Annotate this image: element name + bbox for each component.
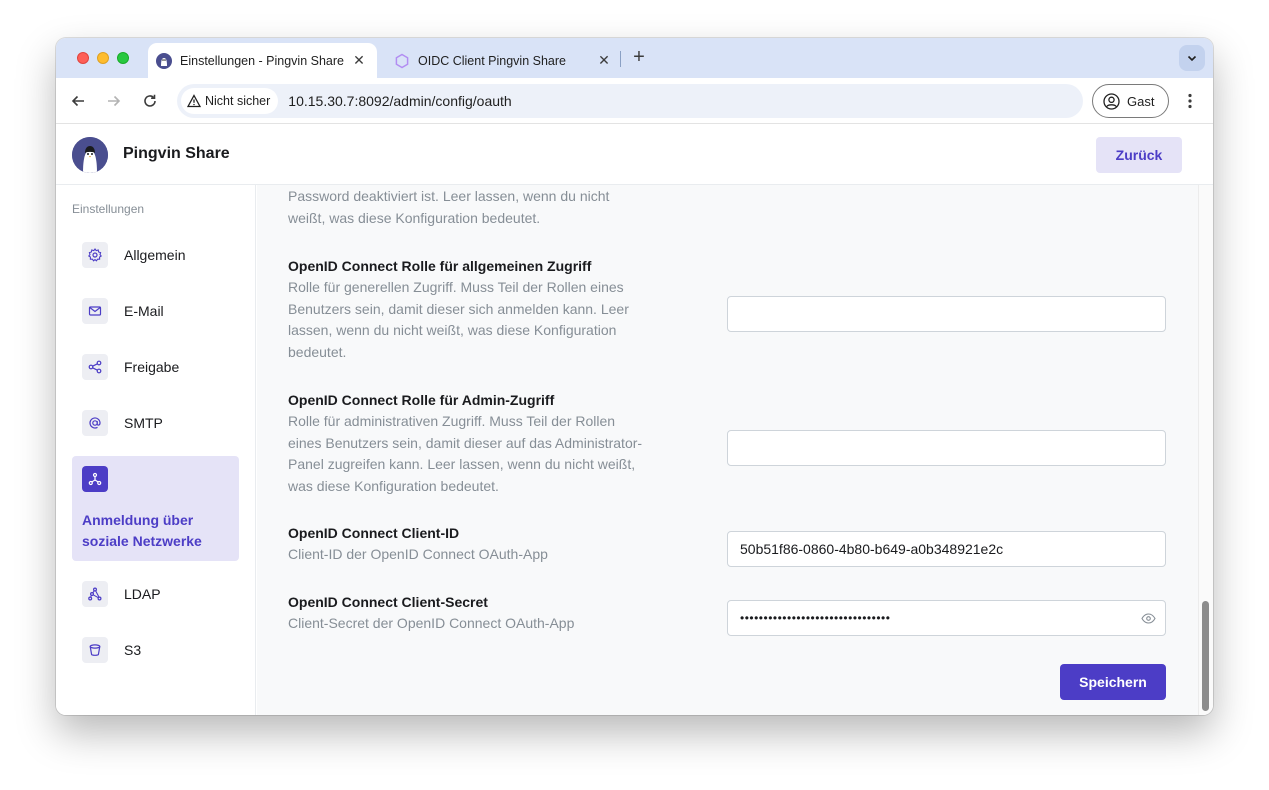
warning-icon bbox=[187, 94, 201, 108]
penguin-logo-icon bbox=[72, 137, 108, 173]
arrow-left-icon bbox=[71, 95, 84, 107]
ldap-icon bbox=[82, 581, 108, 607]
field-label: OpenID Connect Rolle für allgemeinen Zug… bbox=[288, 258, 592, 274]
security-indicator[interactable]: Nicht sicher bbox=[181, 88, 279, 114]
web-page: Pingvin Share Zurück Einstellungen Allge… bbox=[56, 125, 1213, 715]
pingvin-favicon-icon bbox=[156, 52, 172, 69]
maximize-window-button[interactable] bbox=[117, 52, 129, 64]
back-nav-button[interactable] bbox=[66, 89, 90, 113]
field-description: Client-ID der OpenID Connect OAuth-App bbox=[288, 546, 548, 562]
client-secret-input[interactable]: •••••••••••••••••••••••••••••••• bbox=[727, 600, 1166, 636]
tab-title: OIDC Client Pingvin Share bbox=[418, 53, 566, 68]
app-name: Pingvin Share bbox=[123, 145, 230, 162]
pingvin-logo[interactable] bbox=[72, 137, 108, 173]
arrow-right-icon bbox=[108, 95, 121, 107]
at-icon bbox=[82, 410, 108, 436]
sidebar-item-label: E-Mail bbox=[124, 303, 164, 319]
eye-icon[interactable] bbox=[1141, 613, 1156, 624]
browser-toolbar: Nicht sicher 10.15.30.7:8092/admin/confi… bbox=[56, 78, 1213, 124]
close-tab-icon[interactable]: ✕ bbox=[596, 52, 612, 69]
profile-icon bbox=[1103, 92, 1120, 110]
sidebar-item-email[interactable]: E-Mail bbox=[72, 289, 239, 333]
field-description: Rolle für administrativen Zugriff. Muss … bbox=[288, 413, 643, 494]
client-secret-value: •••••••••••••••••••••••••••••••• bbox=[740, 611, 891, 625]
more-vertical-icon bbox=[1188, 93, 1192, 109]
sidebar-item-label: Freigabe bbox=[124, 359, 180, 375]
tab-settings[interactable]: Einstellungen - Pingvin Share ✕ bbox=[148, 43, 377, 78]
sidebar-item-smtp[interactable]: SMTP bbox=[72, 401, 239, 445]
sidebar-item-label: Allgemein bbox=[124, 247, 186, 263]
gear-icon bbox=[82, 242, 108, 268]
share-icon bbox=[82, 354, 108, 380]
new-tab-button[interactable]: + bbox=[628, 47, 650, 69]
bucket-icon bbox=[82, 637, 108, 663]
chevron-down-icon bbox=[1187, 55, 1197, 62]
sidebar-item-share[interactable]: Freigabe bbox=[72, 345, 239, 389]
sidebar-item-label: SMTP bbox=[124, 415, 163, 431]
mail-icon bbox=[82, 298, 108, 324]
sidebar-item-label: LDAP bbox=[124, 586, 161, 602]
address-bar[interactable]: Nicht sicher 10.15.30.7:8092/admin/confi… bbox=[177, 84, 1083, 118]
minimize-window-button[interactable] bbox=[97, 52, 109, 64]
sidebar-item-ldap[interactable]: LDAP bbox=[72, 572, 239, 616]
tab-oidc-client[interactable]: OIDC Client Pingvin Share ✕ bbox=[386, 43, 622, 78]
url-text: 10.15.30.7:8092/admin/config/oauth bbox=[288, 93, 512, 109]
browser-window: Einstellungen - Pingvin Share ✕ OIDC Cli… bbox=[56, 38, 1213, 715]
settings-sidebar: Einstellungen Allgemein E-Mail Freigabe bbox=[56, 185, 256, 715]
field-description: Client-Secret der OpenID Connect OAuth-A… bbox=[288, 615, 575, 631]
sidebar-item-social-login[interactable]: Anmeldung über soziale Netzwerke bbox=[72, 456, 239, 561]
reload-button[interactable] bbox=[138, 89, 162, 113]
sidebar-item-label: Anmeldung über soziale Netzwerke bbox=[82, 512, 202, 549]
scrollbar-thumb[interactable] bbox=[1202, 601, 1209, 711]
field-description: Password deaktiviert ist. Leer lassen, w… bbox=[288, 188, 610, 226]
tab-title: Einstellungen - Pingvin Share bbox=[180, 53, 344, 68]
browser-menu-button[interactable] bbox=[1180, 89, 1200, 113]
close-tab-icon[interactable]: ✕ bbox=[351, 52, 367, 69]
profile-button[interactable]: Gast bbox=[1092, 84, 1169, 118]
reload-icon bbox=[144, 94, 156, 107]
hexagon-favicon-icon bbox=[395, 53, 409, 68]
save-button[interactable]: Speichern bbox=[1060, 664, 1166, 700]
sidebar-item-label: S3 bbox=[124, 642, 142, 658]
admin-role-input[interactable] bbox=[727, 430, 1166, 466]
sidebar-item-s3[interactable]: S3 bbox=[72, 628, 239, 672]
security-label: Nicht sicher bbox=[205, 94, 271, 108]
app-header: Pingvin Share Zurück bbox=[56, 125, 1213, 185]
general-role-input[interactable] bbox=[727, 296, 1166, 332]
sidebar-item-general[interactable]: Allgemein bbox=[72, 233, 239, 277]
forward-nav-button[interactable] bbox=[102, 89, 126, 113]
back-button[interactable]: Zurück bbox=[1096, 137, 1182, 173]
tab-separator bbox=[620, 51, 621, 67]
profile-label: Gast bbox=[1127, 93, 1155, 109]
network-icon bbox=[82, 466, 108, 492]
sidebar-heading: Einstellungen bbox=[72, 202, 145, 216]
previous-field-description: Password deaktiviert ist. Leer lassen, w… bbox=[288, 186, 1168, 229]
client-id-input[interactable]: 50b51f86-0860-4b80-b649-a0b348921e2c bbox=[727, 531, 1166, 567]
tab-search-button[interactable] bbox=[1179, 45, 1205, 71]
settings-content: Password deaktiviert ist. Leer lassen, w… bbox=[257, 185, 1198, 715]
tab-strip: Einstellungen - Pingvin Share ✕ OIDC Cli… bbox=[56, 38, 1213, 78]
field-label: OpenID Connect Rolle für Admin-Zugriff bbox=[288, 392, 555, 408]
close-window-button[interactable] bbox=[77, 52, 89, 64]
field-description: Rolle für generellen Zugriff. Muss Teil … bbox=[288, 279, 629, 360]
